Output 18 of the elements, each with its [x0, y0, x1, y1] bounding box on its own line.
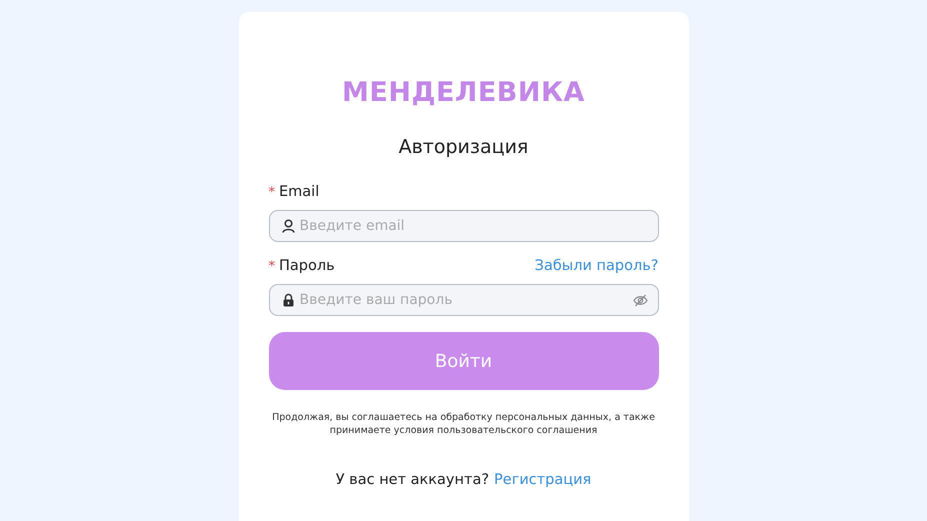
required-mark: * [268, 184, 275, 200]
consent-text: Продолжая, вы соглашаетесь на обработку персональных данных, а также принимаете условия пользовательского соглашения [271, 412, 656, 438]
password-field[interactable]: Введите ваш пароль [268, 284, 658, 316]
register-link[interactable]: Регистрация [494, 472, 592, 488]
password-input[interactable]: Введите ваш пароль [300, 292, 628, 308]
email-input[interactable]: Введите email [300, 218, 648, 234]
field-label: Пароль [279, 258, 335, 274]
signup-prompt: У вас нет аккаунта? [336, 472, 490, 488]
page-title: Авторизация [398, 136, 528, 158]
required-mark: * [268, 258, 275, 274]
hidden-eye-icon[interactable] [632, 294, 648, 306]
logo-text: МЕНДЕЛЕВИКА [342, 77, 585, 108]
lock-icon [282, 293, 294, 307]
field-label: Email [279, 184, 320, 200]
user-icon [282, 219, 294, 233]
email-field[interactable]: Введите email [268, 210, 658, 242]
login-button[interactable]: Войти [268, 332, 658, 390]
forgot-password-link[interactable]: Забыли пароль? [534, 258, 658, 274]
